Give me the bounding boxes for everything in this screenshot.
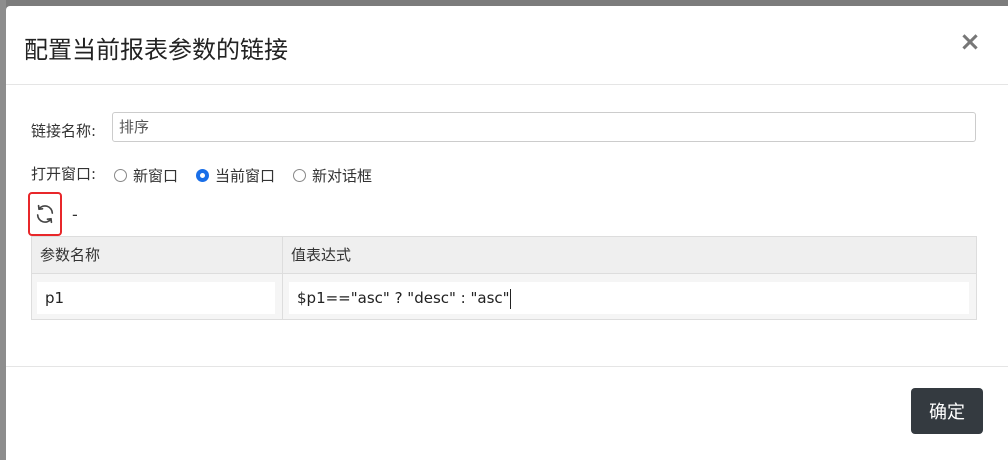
- radio-new-dialog[interactable]: 新对话框: [293, 165, 372, 186]
- refresh-icon: [36, 204, 54, 224]
- value-expression-input[interactable]: $p1=="asc" ? "desc" : "asc": [289, 282, 969, 314]
- radio-indicator[interactable]: [293, 169, 306, 182]
- close-button[interactable]: ×: [958, 29, 982, 55]
- radio-current-window[interactable]: 当前窗口: [196, 165, 275, 186]
- link-name-input[interactable]: 排序: [112, 112, 976, 142]
- param-name-input[interactable]: p1: [37, 282, 275, 314]
- radio-new-window[interactable]: 新窗口: [114, 165, 178, 186]
- radio-label: 新对话框: [312, 167, 373, 185]
- confirm-button[interactable]: 确定: [911, 388, 983, 434]
- footer-divider: [6, 366, 1008, 367]
- link-config-dialog: 配置当前报表参数的链接 × 链接名称: 排序 打开窗口: 新窗口 当前窗口 新对…: [6, 6, 1008, 460]
- header-param-name: 参数名称: [32, 237, 282, 273]
- radio-label: 当前窗口: [215, 167, 276, 185]
- column-divider: [282, 237, 283, 319]
- value-expression-text: $p1=="asc" ? "desc" : "asc": [297, 289, 510, 307]
- radio-indicator-checked[interactable]: [196, 169, 209, 182]
- dialog-header: 配置当前报表参数的链接 ×: [6, 6, 1008, 85]
- link-name-label: 链接名称:: [31, 122, 97, 140]
- open-window-label: 打开窗口:: [31, 165, 97, 183]
- radio-label: 新窗口: [133, 167, 179, 185]
- text-caret: [509, 288, 511, 309]
- dialog-title: 配置当前报表参数的链接: [24, 36, 288, 64]
- header-value-expression: 值表达式: [283, 237, 976, 273]
- refresh-separator: -: [72, 205, 78, 224]
- row-divider: [32, 273, 976, 274]
- param-table: 参数名称 值表达式 p1 $p1=="asc" ? "desc" : "asc": [31, 236, 977, 320]
- radio-indicator[interactable]: [114, 169, 127, 182]
- refresh-button[interactable]: [28, 192, 62, 236]
